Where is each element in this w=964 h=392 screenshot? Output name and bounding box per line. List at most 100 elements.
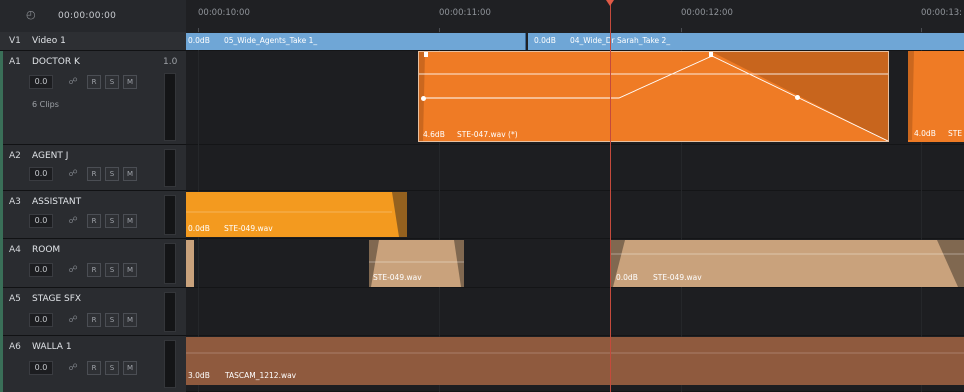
clip-gain: 4.6dB <box>423 130 445 139</box>
audio-meter <box>164 73 176 141</box>
audio-clip[interactable]: 0.0dB STE-049.wav <box>186 192 407 237</box>
record-arm-button[interactable]: R <box>87 75 101 89</box>
track-header-a5[interactable]: A5 STAGE SFX 0.0 ☍ R S M <box>0 288 186 336</box>
solo-button[interactable]: S <box>105 214 119 228</box>
timeline-area[interactable]: 00:00:10:00 00:00:11:00 00:00:12:00 00:0… <box>186 0 964 392</box>
solo-button[interactable]: S <box>105 263 119 277</box>
lock-icon[interactable]: ☍ <box>67 167 79 181</box>
mute-button[interactable]: M <box>123 361 137 375</box>
timecode-text: 00:00:00:00 <box>58 11 117 21</box>
clip-count: 6 Clips <box>32 100 59 109</box>
clip-gain: 4.0dB <box>914 129 936 138</box>
timecode-display: ◴ 00:00:00:00 <box>0 0 186 33</box>
mute-button[interactable]: M <box>123 75 137 89</box>
lane-a2[interactable] <box>186 145 964 191</box>
audio-clip[interactable]: STE-049.wav <box>369 240 464 287</box>
ruler-label: 00:00:10:00 <box>198 8 250 18</box>
track-color-bar <box>0 51 3 145</box>
track-volume-tag: 1.0 <box>163 57 178 67</box>
clock-icon: ◴ <box>26 8 36 21</box>
track-level-field[interactable]: 0.0 <box>29 361 53 375</box>
track-name[interactable]: DOCTOR K <box>32 57 80 67</box>
volume-keyframe[interactable] <box>795 95 800 100</box>
clip-gain: 0.0dB <box>188 224 210 233</box>
track-header-a1[interactable]: A1 DOCTOR K 1.0 0.0 ☍ R S M 6 Clips <box>0 51 186 145</box>
track-id: A6 <box>9 342 21 352</box>
track-level-field[interactable]: 0.0 <box>29 75 53 89</box>
track-color-bar <box>0 288 3 336</box>
solo-button[interactable]: S <box>105 75 119 89</box>
clip-waveform <box>419 52 888 141</box>
track-level-field[interactable]: 0.0 <box>29 214 53 228</box>
clip-gain: 3.0dB <box>188 371 210 380</box>
clip-name: STE-049.wav <box>373 273 422 282</box>
track-color-bar <box>0 239 3 288</box>
volume-keyframe[interactable] <box>421 96 426 101</box>
playhead[interactable] <box>610 0 611 392</box>
mute-button[interactable]: M <box>123 167 137 181</box>
lock-icon[interactable]: ☍ <box>67 75 79 89</box>
track-name[interactable]: ROOM <box>32 245 60 255</box>
ruler-label: 00:00:13: <box>921 8 963 18</box>
track-level-field[interactable]: 0.0 <box>29 263 53 277</box>
video-clip[interactable]: 0.0dB 04_Wide_Dr Sarah_Take 2_ <box>528 33 964 50</box>
clip-name: 05_Wide_Agents_Take 1_ <box>224 36 318 45</box>
audio-clip[interactable]: 0.0dB STE-049.wav <box>611 240 964 287</box>
record-arm-button[interactable]: R <box>87 214 101 228</box>
track-header-a6[interactable]: A6 WALLA 1 0.0 ☍ R S M <box>0 336 186 392</box>
audio-clip[interactable]: 3.0dB TASCAM_1212.wav <box>186 337 964 385</box>
fade-handle[interactable] <box>424 52 428 57</box>
mute-button[interactable]: M <box>123 214 137 228</box>
track-id: A2 <box>9 151 21 161</box>
track-header-a3[interactable]: A3 ASSISTANT 0.0 ☍ R S M <box>0 191 186 239</box>
lock-icon[interactable]: ☍ <box>67 263 79 277</box>
track-name[interactable]: WALLA 1 <box>32 342 72 352</box>
track-name[interactable]: STAGE SFX <box>32 294 81 304</box>
track-color-bar <box>0 145 3 191</box>
audio-meter <box>164 292 176 332</box>
record-arm-button[interactable]: R <box>87 361 101 375</box>
track-color-bar <box>0 336 3 392</box>
lock-icon[interactable]: ☍ <box>67 361 79 375</box>
clip-gain: 0.0dB <box>616 273 638 282</box>
record-arm-button[interactable]: R <box>87 313 101 327</box>
clip-name: STE-049.wav <box>224 224 273 233</box>
track-name[interactable]: Video 1 <box>32 36 66 46</box>
solo-button[interactable]: S <box>105 167 119 181</box>
track-header-v1[interactable]: V1 Video 1 <box>0 32 186 51</box>
fade-handle[interactable] <box>709 52 713 57</box>
solo-button[interactable]: S <box>105 313 119 327</box>
clip-name: STE-049.wav <box>653 273 702 282</box>
track-color-bar <box>0 191 3 239</box>
playhead-marker-icon[interactable] <box>606 0 614 6</box>
lock-icon[interactable]: ☍ <box>67 214 79 228</box>
track-id: A4 <box>9 245 21 255</box>
audio-clip[interactable] <box>186 240 194 287</box>
clip-waveform <box>186 192 407 237</box>
track-header-a4[interactable]: A4 ROOM 0.0 ☍ R S M <box>0 239 186 288</box>
audio-meter <box>164 340 176 388</box>
lane-a5[interactable] <box>186 288 964 336</box>
clip-name: STE-047.wav (*) <box>457 130 518 139</box>
mute-button[interactable]: M <box>123 263 137 277</box>
record-arm-button[interactable]: R <box>87 167 101 181</box>
solo-button[interactable]: S <box>105 361 119 375</box>
mute-button[interactable]: M <box>123 313 137 327</box>
track-name[interactable]: AGENT J <box>32 151 68 161</box>
clip-gain: 0.0dB <box>188 36 210 45</box>
track-id: A3 <box>9 197 21 207</box>
video-clip[interactable]: 0.0dB 05_Wide_Agents_Take 1_ <box>186 33 526 50</box>
track-level-field[interactable]: 0.0 <box>29 313 53 327</box>
track-id: V1 <box>9 36 21 46</box>
track-header-a2[interactable]: A2 AGENT J 0.0 ☍ R S M <box>0 145 186 191</box>
track-level-field[interactable]: 0.0 <box>29 167 53 181</box>
audio-meter <box>164 149 176 187</box>
record-arm-button[interactable]: R <box>87 263 101 277</box>
timecode-ruler[interactable]: 00:00:10:00 00:00:11:00 00:00:12:00 00:0… <box>186 0 964 33</box>
track-name[interactable]: ASSISTANT <box>32 197 81 207</box>
audio-clip[interactable]: 4.0dB STE <box>908 51 964 142</box>
lock-icon[interactable]: ☍ <box>67 313 79 327</box>
track-id: A5 <box>9 294 21 304</box>
audio-meter <box>164 243 176 284</box>
audio-clip-selected[interactable]: 4.6dB STE-047.wav (*) <box>418 51 889 142</box>
